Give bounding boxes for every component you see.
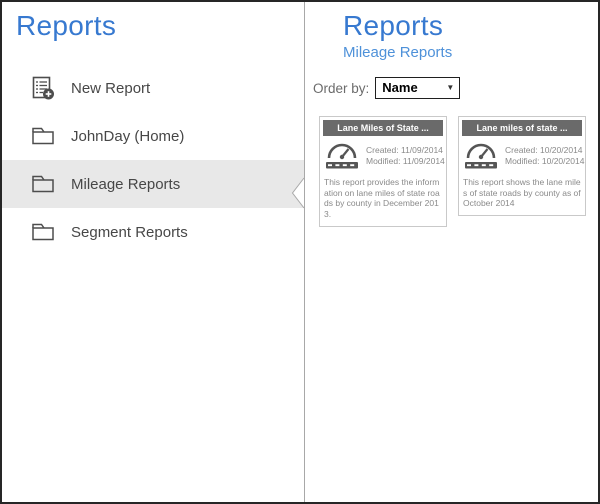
report-card-description: This report provides the information on … — [323, 177, 443, 220]
dropdown-caret-icon: ▼ — [446, 84, 454, 92]
mileage-gauge-icon — [463, 141, 499, 171]
sidebar-title: Reports — [16, 10, 304, 42]
sidebar-item-label: Mileage Reports — [71, 176, 180, 193]
main-panel: Reports Mileage Reports Order by: Name ▼… — [304, 2, 598, 502]
new-report-icon — [30, 75, 56, 101]
sidebar-item-new-report[interactable]: New Report — [2, 64, 304, 112]
sidebar-item-johnday-home[interactable]: JohnDay (Home) — [2, 112, 304, 160]
sidebar-item-segment-reports[interactable]: Segment Reports — [2, 208, 304, 256]
mileage-gauge-icon — [324, 141, 360, 171]
order-by-select[interactable]: Name ▼ — [375, 77, 460, 99]
folder-list: New Report JohnDay (Home) — [2, 64, 304, 256]
order-by-label: Order by: — [313, 81, 369, 96]
report-card[interactable]: Lane miles of state ... Created: 10/20/2… — [458, 116, 586, 216]
report-card-meta: Created: 10/20/2014 Modified: 10/20/2014 — [462, 141, 582, 171]
report-card-title: Lane Miles of State ... — [323, 120, 443, 136]
report-card-list: Lane Miles of State ... Created: 11/09/2… — [319, 116, 598, 227]
report-card[interactable]: Lane Miles of State ... Created: 11/09/2… — [319, 116, 447, 227]
report-card-meta: Created: 11/09/2014 Modified: 11/09/2014 — [323, 141, 443, 171]
breadcrumb-current-folder: Mileage Reports — [343, 44, 598, 61]
sidebar-item-label: JohnDay (Home) — [71, 128, 184, 145]
report-card-dates: Created: 11/09/2014 Modified: 11/09/2014 — [366, 145, 445, 168]
sidebar-item-mileage-reports[interactable]: Mileage Reports — [2, 160, 304, 208]
sidebar-item-label: Segment Reports — [71, 224, 188, 241]
report-card-description: This report shows the lane miles of stat… — [462, 177, 582, 209]
selected-folder-pointer-icon — [291, 177, 305, 209]
order-by-selected-value: Name — [382, 80, 417, 95]
sidebar-item-label: New Report — [71, 80, 150, 97]
sidebar: Reports — [2, 2, 304, 502]
reports-app-window: Reports — [0, 0, 600, 504]
report-card-dates: Created: 10/20/2014 Modified: 10/20/2014 — [505, 145, 584, 168]
page-title: Reports — [343, 10, 598, 42]
order-by-row: Order by: Name ▼ — [313, 77, 598, 99]
report-card-title: Lane miles of state ... — [462, 120, 582, 136]
folder-icon — [30, 126, 56, 146]
folder-icon — [30, 222, 56, 242]
folder-icon — [30, 174, 56, 194]
